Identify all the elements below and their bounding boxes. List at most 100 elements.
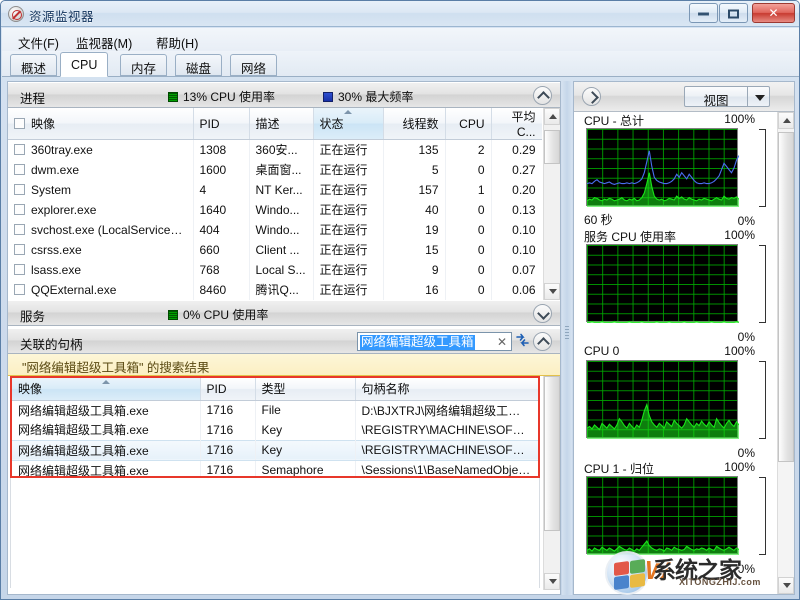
select-all-checkbox[interactable] (14, 118, 25, 129)
graph-min-value: 0% (738, 214, 755, 228)
handles-scrollbar[interactable] (543, 376, 560, 590)
processes-collapse-toggle[interactable] (533, 86, 552, 105)
graph-max-value: 100% (724, 228, 755, 242)
handles-highlight-box: 映像 PID 类型 句柄名称 网络编辑超级工具箱.exe1716FileD:\B… (10, 376, 540, 478)
cell-pid: 8460 (193, 280, 249, 300)
graph-axis-bracket (759, 477, 766, 555)
graphs-scroll-up-arrow[interactable] (778, 112, 794, 129)
cell-avg-cpu: 0.27 (491, 160, 542, 180)
menu-item-file[interactable]: 文件(F) (14, 32, 63, 53)
menu-item-help[interactable]: 帮助(H) (152, 32, 202, 53)
row-checkbox[interactable] (14, 284, 25, 295)
col-avg-cpu[interactable]: 平均 C... (491, 108, 542, 140)
cell-handle-pid: 1716 (200, 440, 255, 460)
graph-canvas (586, 244, 738, 322)
handles-rows: 网络编辑超级工具箱.exe1716FileD:\BJXTRJ\网络编辑超级工具箱… (12, 400, 538, 478)
tab-overview[interactable]: 概述 (10, 54, 57, 76)
tab-disk[interactable]: 磁盘 (175, 54, 222, 76)
col-handle-type[interactable]: 类型 (255, 378, 355, 400)
table-row[interactable]: QQExternal.exe8460腾讯Q...正在运行1600.06 (8, 280, 542, 300)
cell-status: 正在运行 (313, 280, 383, 300)
cell-handle-name: \Sessions\1\BaseNamedObjects... (355, 460, 538, 478)
table-row[interactable]: 网络编辑超级工具箱.exe1716Key\REGISTRY\MACHINE\SO… (12, 440, 538, 460)
handle-search-input[interactable]: 网络编辑超级工具箱 ✕ (357, 332, 512, 351)
scroll-down-arrow[interactable] (544, 283, 560, 300)
expand-graphs-button[interactable] (582, 87, 601, 106)
graph-canvas (586, 128, 738, 206)
col-pid[interactable]: PID (193, 108, 249, 140)
col-cpu[interactable]: CPU (445, 108, 491, 140)
minimize-button[interactable] (689, 3, 718, 23)
handles-scroll-down-arrow[interactable] (544, 573, 560, 590)
table-row[interactable]: 网络编辑超级工具箱.exe1716Key\REGISTRY\MACHINE\SO… (12, 420, 538, 440)
scroll-up-arrow[interactable] (544, 108, 560, 125)
row-checkbox[interactable] (14, 224, 25, 235)
col-status[interactable]: 状态 (313, 108, 383, 140)
col-handle-image[interactable]: 映像 (12, 378, 200, 400)
row-checkbox[interactable] (14, 144, 25, 155)
chevron-down-icon[interactable] (755, 95, 765, 101)
table-row[interactable]: csrss.exe660Client ...正在运行1500.10 (8, 240, 542, 260)
table-row[interactable]: 网络编辑超级工具箱.exe1716FileD:\BJXTRJ\网络编辑超级工具箱 (12, 400, 538, 420)
table-row[interactable]: 网络编辑超级工具箱.exe1716Semaphore\Sessions\1\Ba… (12, 460, 538, 478)
cell-handle-image: 网络编辑超级工具箱.exe (12, 460, 200, 478)
graph-canvas (586, 476, 738, 554)
close-icon: ✕ (753, 6, 794, 20)
processes-title: 进程 (20, 88, 45, 107)
graph-min-value: 0% (738, 446, 755, 460)
graph-time-label: 60 秒 (584, 211, 613, 228)
col-threads[interactable]: 线程数 (383, 108, 445, 140)
cell-description: Client ... (249, 240, 313, 260)
tab-cpu[interactable]: CPU (60, 52, 108, 77)
handle-search-value: 网络编辑超级工具箱 (360, 335, 475, 350)
services-legend-cpu: 0% CPU 使用率 (168, 306, 268, 323)
row-checkbox[interactable] (14, 204, 25, 215)
cell-status: 正在运行 (313, 240, 383, 260)
row-checkbox[interactable] (14, 244, 25, 255)
col-description[interactable]: 描述 (249, 108, 313, 140)
row-checkbox[interactable] (14, 184, 25, 195)
cell-status: 正在运行 (313, 260, 383, 280)
tab-memory[interactable]: 内存 (120, 54, 167, 76)
col-image[interactable]: 映像 (8, 108, 193, 140)
handles-collapse-toggle[interactable] (533, 332, 552, 351)
graphs-scroll-down-arrow[interactable] (778, 577, 794, 594)
col-handle-pid[interactable]: PID (200, 378, 255, 400)
cell-handle-name: \REGISTRY\MACHINE\SOFTWA... (355, 420, 538, 440)
handles-scroll-thumb[interactable] (544, 376, 560, 531)
processes-scrollbar[interactable] (543, 108, 560, 300)
menu-item-monitor[interactable]: 监视器(M) (72, 32, 136, 53)
table-row[interactable]: svchost.exe (LocalServiceN...404Windo...… (8, 220, 542, 240)
table-row[interactable]: explorer.exe1640Windo...正在运行4000.13 (8, 200, 542, 220)
handles-header[interactable]: 关联的句柄 网络编辑超级工具箱 ✕ (8, 328, 560, 354)
graphs-scrollbar[interactable] (777, 112, 794, 594)
table-row[interactable]: dwm.exe1600桌面窗...正在运行500.27 (8, 160, 542, 180)
cell-image: explorer.exe (8, 200, 193, 220)
refresh-search-icon[interactable] (515, 333, 530, 348)
table-row[interactable]: 360tray.exe1308360安...正在运行13520.29 (8, 140, 542, 160)
cell-status: 正在运行 (313, 220, 383, 240)
clear-search-icon[interactable]: ✕ (497, 335, 507, 349)
graph-plot (587, 245, 739, 323)
services-header[interactable]: 服务 0% CPU 使用率 (8, 300, 560, 326)
cell-cpu: 2 (445, 140, 491, 160)
view-dropdown-button[interactable]: 视图 (684, 86, 770, 107)
row-checkbox[interactable] (14, 164, 25, 175)
row-checkbox[interactable] (14, 264, 25, 275)
close-button[interactable]: ✕ (752, 3, 795, 23)
maximize-button[interactable] (719, 3, 748, 23)
table-row[interactable]: lsass.exe768Local S...正在运行900.07 (8, 260, 542, 280)
graphs-scroll-thumb[interactable] (778, 132, 794, 462)
pane-splitter[interactable] (562, 81, 572, 595)
col-handle-name[interactable]: 句柄名称 (355, 378, 538, 400)
services-expand-toggle[interactable] (533, 304, 552, 323)
cell-description: 腾讯Q... (249, 280, 313, 300)
table-row[interactable]: System4NT Ker...正在运行15710.20 (8, 180, 542, 200)
services-section: 服务 0% CPU 使用率 (8, 300, 560, 328)
handles-section: 关联的句柄 网络编辑超级工具箱 ✕ "网络编辑超级工具箱" 的搜索结果 (8, 328, 560, 594)
cell-description: Windo... (249, 200, 313, 220)
cell-image: QQExternal.exe (8, 280, 193, 300)
scroll-thumb[interactable] (544, 130, 560, 164)
processes-header[interactable]: 进程 13% CPU 使用率 30% 最大频率 (8, 82, 560, 108)
tab-network[interactable]: 网络 (230, 54, 277, 76)
